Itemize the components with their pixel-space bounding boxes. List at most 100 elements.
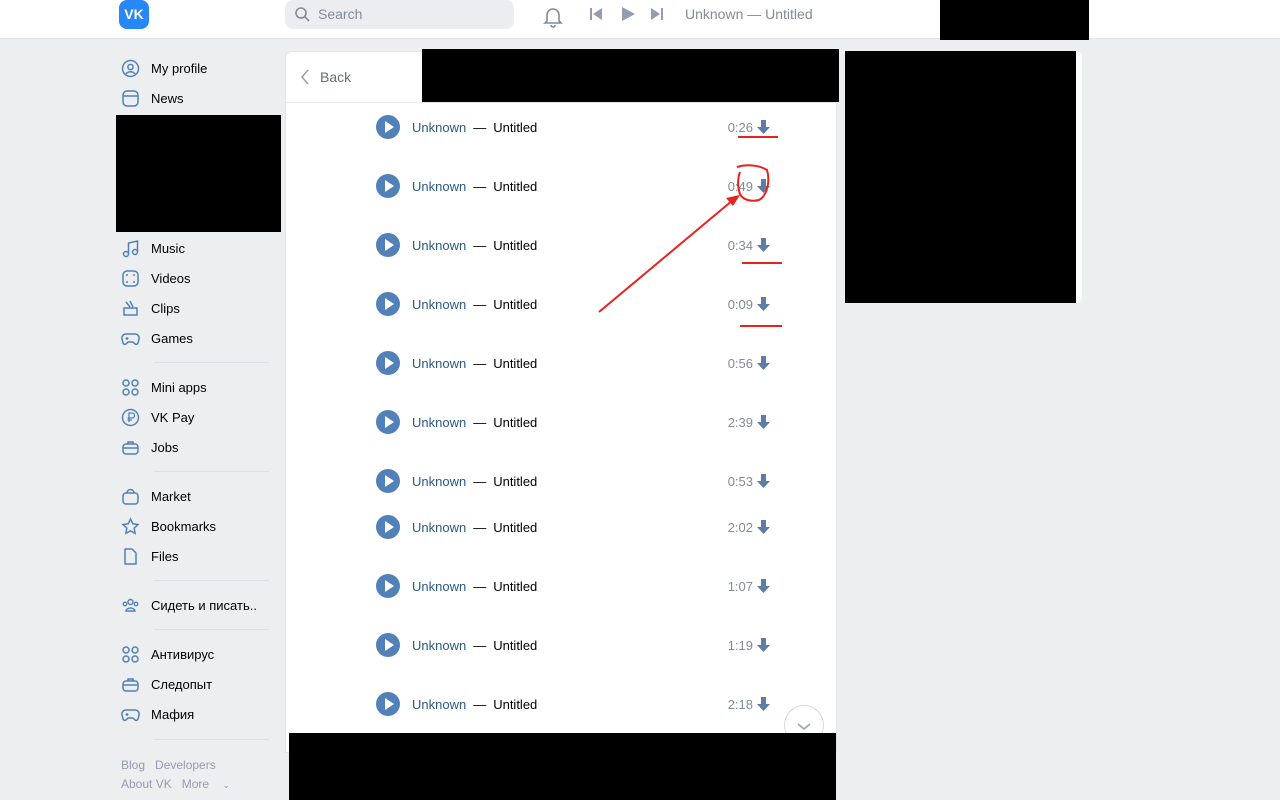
track-title: Untitled [493, 637, 538, 653]
sidebar-item-11[interactable]: Files [121, 546, 178, 566]
download-icon[interactable] [757, 520, 770, 534]
search-placeholder: Search [318, 6, 363, 22]
track-artist[interactable]: Unknown [412, 120, 466, 135]
chevron-down-icon: ⌄ [222, 780, 230, 790]
track-artist[interactable]: Unknown [412, 415, 466, 430]
download-icon[interactable] [757, 638, 770, 652]
download-icon[interactable] [757, 179, 770, 193]
track-row[interactable]: Unknown — Untitled 0:09 [376, 291, 776, 317]
track-row[interactable]: Unknown — Untitled 1:19 [376, 632, 776, 658]
play-button[interactable] [376, 115, 400, 139]
footer-more-dropdown[interactable]: More ⌄ [182, 777, 240, 791]
play-button[interactable] [376, 174, 400, 198]
download-icon[interactable] [757, 415, 770, 429]
redacted-region [845, 51, 1076, 303]
download-icon[interactable] [757, 474, 770, 488]
track-artist[interactable]: Unknown [412, 238, 466, 253]
track-artist[interactable]: Unknown [412, 179, 466, 194]
track-artist[interactable]: Unknown [412, 697, 466, 712]
track-artist[interactable]: Unknown [412, 520, 466, 535]
track-title: Untitled [493, 296, 538, 312]
sidebar-item-13[interactable]: Антивирус [121, 644, 214, 664]
download-icon[interactable] [757, 238, 770, 252]
track-row[interactable]: Unknown — Untitled 0:34 [376, 232, 776, 258]
footer-link-blog[interactable]: Blog [121, 758, 145, 772]
sidebar-item-7[interactable]: VK Pay [121, 407, 194, 427]
briefcase-icon [122, 677, 139, 692]
track-row[interactable]: Unknown — Untitled 0:26 [376, 114, 776, 140]
download-icon[interactable] [757, 356, 770, 370]
video-icon [122, 269, 139, 287]
sidebar-item-label: Games [151, 330, 193, 346]
track-duration: 0:56 [727, 355, 753, 371]
redacted-region [116, 115, 281, 232]
sidebar-item-10[interactable]: Bookmarks [121, 516, 216, 536]
user-circle-icon [121, 59, 140, 77]
track-row[interactable]: Unknown — Untitled 0:53 [376, 468, 776, 494]
track-artist[interactable]: Unknown [412, 579, 466, 594]
play-button[interactable] [376, 692, 400, 716]
track-title: Untitled [493, 519, 538, 535]
sidebar-item-0[interactable]: My profile [121, 58, 207, 78]
sidebar-item-8[interactable]: Jobs [121, 437, 178, 457]
footer-link-developers[interactable]: Developers [155, 758, 216, 772]
track-artist[interactable]: Unknown [412, 638, 466, 653]
play-button[interactable] [376, 515, 400, 539]
separator: — [473, 578, 487, 594]
download-icon[interactable] [757, 697, 770, 711]
track-row[interactable]: Unknown — Untitled 2:39 [376, 409, 776, 435]
now-playing-title[interactable]: Unknown — Untitled [685, 6, 813, 22]
separator: — [473, 296, 487, 312]
footer-link-about[interactable]: About VK [121, 777, 172, 791]
track-duration: 0:26 [727, 119, 753, 135]
track-artist[interactable]: Unknown [412, 474, 466, 489]
download-icon[interactable] [757, 297, 770, 311]
community-icon [122, 598, 139, 612]
play-button[interactable] [376, 351, 400, 375]
sidebar-item-14[interactable]: Следопыт [121, 674, 212, 694]
play-button[interactable] [376, 633, 400, 657]
vk-logo[interactable]: VK [119, 0, 149, 29]
play-icon[interactable] [621, 7, 635, 21]
search-input[interactable]: Search [285, 0, 514, 29]
sidebar-item-6[interactable]: Mini apps [121, 377, 207, 397]
sidebar-item-label: News [151, 90, 184, 106]
sidebar-item-3[interactable]: Videos [121, 268, 191, 288]
track-row[interactable]: Unknown — Untitled 0:49 [376, 173, 776, 199]
next-track-icon[interactable] [651, 8, 663, 20]
track-title: Untitled [493, 696, 538, 712]
divider [154, 362, 269, 363]
sidebar-item-2[interactable]: Music [121, 238, 185, 258]
track-row[interactable]: Unknown — Untitled 2:02 [376, 514, 776, 540]
track-duration: 0:49 [727, 178, 753, 194]
bell-icon[interactable] [542, 6, 564, 28]
download-icon[interactable] [757, 579, 770, 593]
sidebar-item-15[interactable]: Мафия [121, 704, 194, 724]
sidebar-item-label: VK Pay [151, 409, 195, 425]
play-button[interactable] [376, 410, 400, 434]
track-duration: 2:39 [727, 414, 753, 430]
track-artist[interactable]: Unknown [412, 297, 466, 312]
sidebar-item-1[interactable]: News [121, 88, 184, 108]
sidebar-item-12[interactable]: Сидеть и писать.. [121, 595, 257, 615]
track-row[interactable]: Unknown — Untitled 0:56 [376, 350, 776, 376]
sidebar-item-4[interactable]: Clips [121, 298, 180, 318]
sidebar-item-9[interactable]: Market [121, 486, 191, 506]
play-button[interactable] [376, 574, 400, 598]
track-artist[interactable]: Unknown [412, 356, 466, 371]
separator: — [473, 637, 487, 653]
track-row[interactable]: Unknown — Untitled 1:07 [376, 573, 776, 599]
play-button[interactable] [376, 233, 400, 257]
previous-track-icon[interactable] [590, 8, 602, 20]
track-duration: 0:09 [727, 296, 753, 312]
redacted-region [422, 49, 839, 102]
play-button[interactable] [376, 469, 400, 493]
back-button[interactable]: Back [286, 52, 422, 102]
music-icon [122, 239, 139, 257]
sidebar-item-5[interactable]: Games [121, 328, 193, 348]
download-icon[interactable] [757, 120, 770, 134]
track-row[interactable]: Unknown — Untitled 2:18 [376, 691, 776, 717]
play-button[interactable] [376, 292, 400, 316]
search-icon [295, 7, 310, 22]
sidebar-item-label: My profile [151, 60, 208, 76]
